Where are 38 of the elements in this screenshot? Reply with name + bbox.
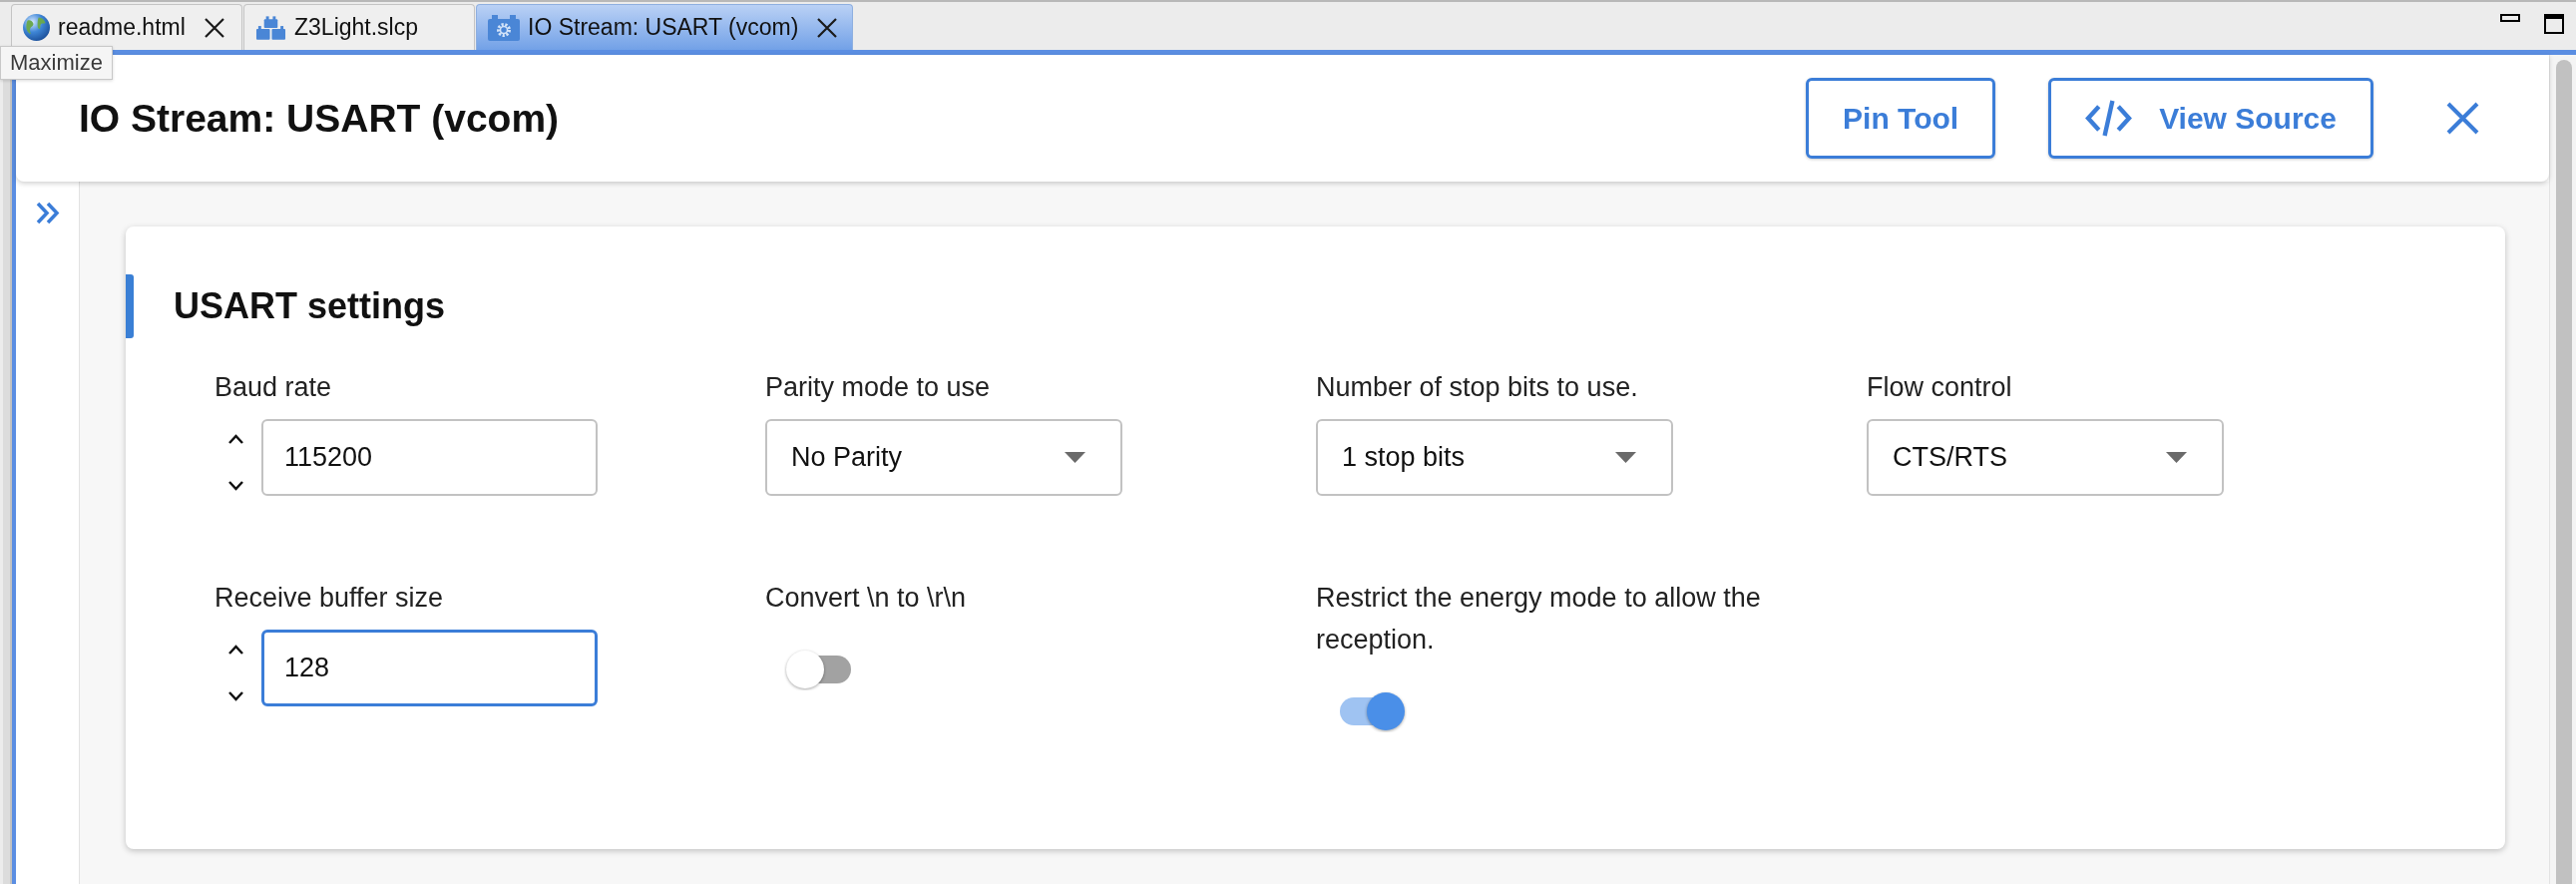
blocks-icon: [255, 15, 286, 40]
field-label: Convert \n to \r\n: [765, 582, 967, 615]
field-label: Receive buffer size: [215, 582, 444, 615]
chevron-up-icon[interactable]: [227, 433, 244, 445]
gear-icon: [488, 14, 520, 41]
scrollbar-thumb[interactable]: [2556, 60, 2572, 884]
field-label: Baud rate: [215, 371, 332, 404]
field-label: Restrict the energy mode to allow the reception.: [1316, 582, 1762, 657]
globe-icon: [23, 14, 50, 41]
tooltip: Maximize: [0, 46, 113, 80]
field-label: Number of stop bits to use.: [1316, 371, 1638, 404]
header-button[interactable]: View Source: [2048, 78, 2373, 159]
chevron-down-icon[interactable]: [227, 690, 244, 702]
double-chevron-right-icon[interactable]: [34, 202, 61, 224]
caret-down-icon: [2166, 452, 2187, 463]
number-input[interactable]: 128: [261, 630, 598, 706]
dropdown[interactable]: CTS/RTS: [1867, 419, 2224, 496]
header-button[interactable]: Pin Tool: [1806, 78, 1996, 159]
page-title: IO Stream: USART (vcom): [79, 96, 560, 141]
dropdown[interactable]: No Parity: [765, 419, 1122, 496]
close-icon[interactable]: [817, 17, 838, 38]
accent-bar: [126, 274, 134, 338]
tab[interactable]: readme.html: [11, 4, 242, 50]
field-label: Flow control: [1867, 371, 2012, 404]
number-input[interactable]: 115200: [261, 419, 598, 496]
chevron-down-icon[interactable]: [227, 480, 244, 492]
caret-down-icon: [1065, 452, 1085, 463]
dropdown[interactable]: 1 stop bits: [1316, 419, 1673, 496]
maximize-icon[interactable]: [2544, 14, 2564, 34]
section-title: USART settings: [174, 285, 446, 327]
caret-down-icon: [1615, 452, 1636, 463]
chevron-up-icon[interactable]: [227, 644, 244, 656]
close-icon[interactable]: [204, 17, 224, 38]
code-icon: [2085, 99, 2133, 138]
tab[interactable]: Z3Light.slcp: [243, 4, 475, 50]
tab[interactable]: IO Stream: USART (vcom): [476, 4, 854, 50]
field-label: Parity mode to use: [765, 371, 991, 404]
minimize-icon[interactable]: [2500, 14, 2520, 22]
